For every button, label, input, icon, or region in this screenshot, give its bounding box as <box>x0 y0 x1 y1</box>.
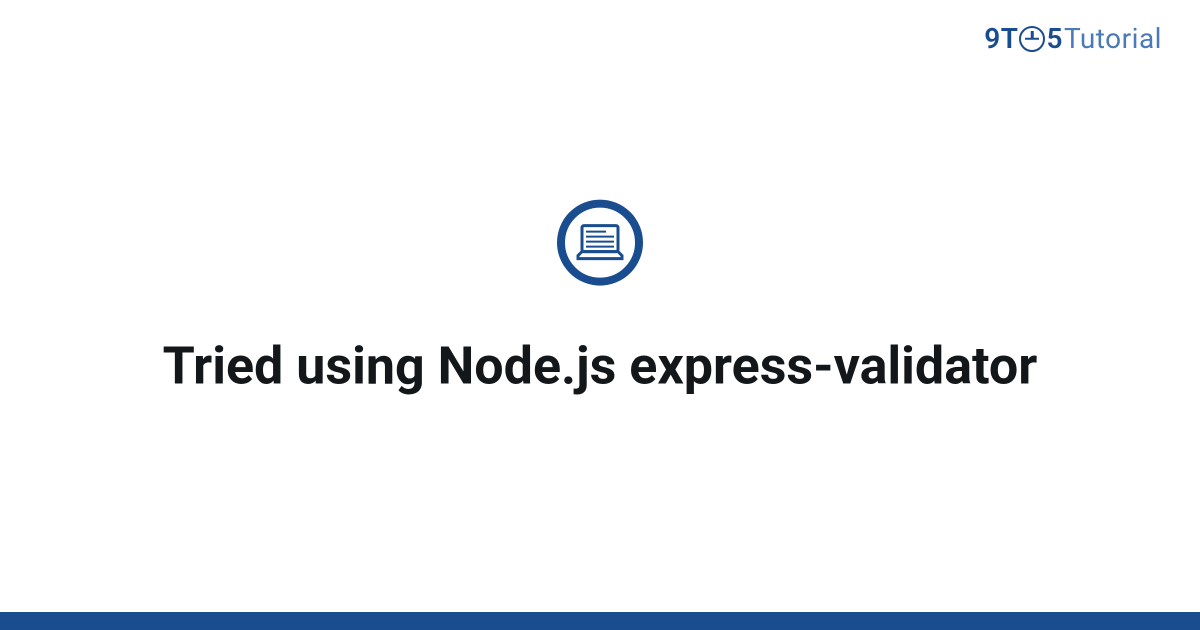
logo-nine: 9 <box>984 22 1001 55</box>
logo-tutorial: Tutorial <box>1064 22 1162 55</box>
icon-badge <box>557 200 643 286</box>
logo-t: T <box>1001 22 1019 55</box>
main-content: Tried using Node.js express-validator <box>0 200 1200 399</box>
page-title: Tried using Node.js express-validator <box>150 334 1050 399</box>
footer-accent-bar <box>0 612 1200 630</box>
laptop-icon <box>576 224 624 262</box>
logo-five: 5 <box>1046 22 1063 55</box>
brand-logo: 9 T 5 Tutorial <box>984 22 1162 55</box>
clock-icon <box>1019 26 1045 52</box>
